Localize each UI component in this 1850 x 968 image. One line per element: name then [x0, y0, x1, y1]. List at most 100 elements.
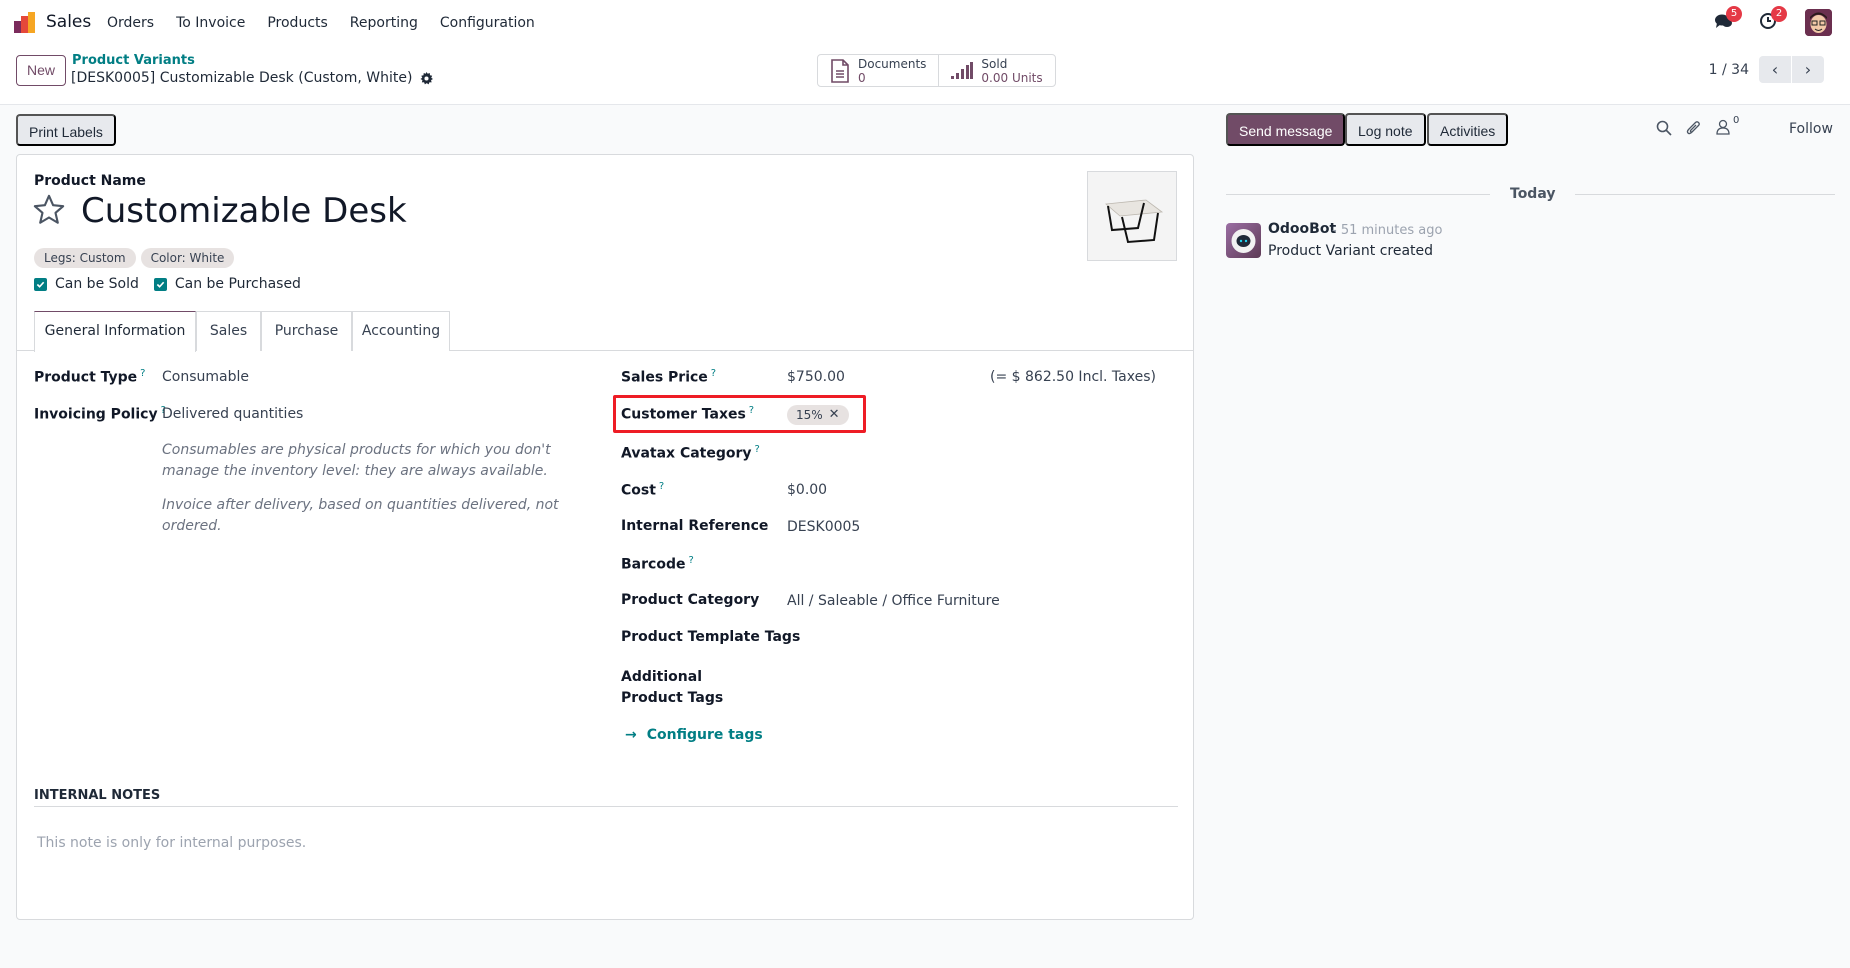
customer-tax-value: 15% — [796, 408, 823, 422]
product-template-tags-label: Product Template Tags — [621, 629, 801, 645]
can-be-sold-checkbox[interactable]: Can be Sold — [34, 276, 139, 292]
gear-icon[interactable] — [420, 71, 434, 85]
menu-reporting[interactable]: Reporting — [350, 15, 418, 31]
can-be-sold-label: Can be Sold — [55, 276, 139, 292]
internal-notes-title: INTERNAL NOTES — [34, 788, 161, 803]
configure-tags-link[interactable]: → Configure tags — [625, 727, 763, 743]
user-avatar-icon — [1805, 9, 1832, 36]
search-icon[interactable] — [1656, 120, 1672, 136]
cost-label: Cost? — [621, 481, 665, 499]
internal-notes-field[interactable]: This note is only for internal purposes. — [37, 835, 306, 851]
document-icon — [831, 58, 849, 83]
checkbox-checked-icon[interactable] — [34, 277, 47, 291]
pager-previous-button[interactable]: ‹ — [1759, 56, 1791, 83]
breadcrumb-current: [DESK0005] Customizable Desk (Custom, Wh… — [71, 70, 434, 86]
log-note-button[interactable]: Log note — [1345, 113, 1426, 146]
app-name[interactable]: Sales — [46, 12, 91, 32]
sold-label: Sold — [981, 56, 1008, 71]
pager-next-button[interactable]: › — [1792, 56, 1824, 83]
notebook-tabs: General Information Sales Purchase Accou… — [17, 311, 1193, 352]
sold-value: 0.00 Units — [981, 70, 1043, 85]
activity-menu[interactable]: 2 — [1759, 6, 1787, 36]
avatax-category-label: Avatax Category? — [621, 444, 760, 462]
chevron-right-icon: › — [1804, 60, 1812, 79]
bar-chart-icon — [951, 61, 974, 79]
send-message-button[interactable]: Send message — [1226, 113, 1346, 146]
cost-field[interactable]: $0.00 — [787, 482, 827, 498]
product-type-label: Product Type? — [34, 368, 146, 386]
product-type-field[interactable]: Consumable — [162, 369, 249, 385]
product-name-field[interactable]: Customizable Desk — [81, 191, 407, 231]
new-button[interactable]: New — [16, 55, 67, 86]
configure-tags-label: Configure tags — [646, 727, 763, 743]
follow-button[interactable]: Follow — [1789, 121, 1833, 137]
followers-button[interactable]: 0 — [1716, 115, 1739, 135]
sales-price-label: Sales Price? — [621, 368, 717, 386]
top-navbar: Sales Orders To Invoice Products Reporti… — [0, 0, 1850, 46]
help-tooltip-icon[interactable]: ? — [711, 368, 716, 379]
tab-accounting[interactable]: Accounting — [352, 311, 450, 351]
activities-badge: 2 — [1771, 6, 1787, 22]
sales-app-logo-icon[interactable] — [14, 12, 36, 34]
followers-count: 0 — [1733, 115, 1740, 126]
product-name-label: Product Name — [34, 173, 146, 189]
remove-tag-x-icon[interactable]: ✕ — [829, 405, 840, 425]
barcode-label: Barcode? — [621, 555, 694, 573]
control-panel: New Product Variants [DESK0005] Customiz… — [0, 46, 1850, 105]
breadcrumb-parent-link[interactable]: Product Variants — [72, 53, 195, 68]
can-be-purchased-checkbox[interactable]: Can be Purchased — [153, 276, 301, 292]
user-icon — [1716, 119, 1730, 135]
pager: 1 / 34 ‹ › — [1709, 56, 1824, 83]
activities-button[interactable]: Activities — [1427, 113, 1509, 146]
sold-smart-button[interactable]: Sold 0.00 Units — [938, 55, 1054, 86]
customer-tax-tag: 15% ✕ — [787, 405, 849, 425]
pager-value[interactable]: 1 / 34 — [1709, 62, 1749, 78]
paperclip-icon[interactable] — [1686, 120, 1702, 137]
sales-price-field[interactable]: $750.00 — [787, 369, 845, 385]
help-tooltip-icon[interactable]: ? — [659, 481, 664, 492]
help-tooltip-icon[interactable]: ? — [755, 444, 760, 455]
documents-smart-button[interactable]: Documents 0 — [818, 55, 938, 86]
date-divider-line — [1226, 194, 1490, 195]
menu-products[interactable]: Products — [267, 15, 327, 31]
help-tooltip-icon[interactable]: ? — [140, 368, 145, 379]
product-category-field[interactable]: All / Saleable / Office Furniture — [787, 593, 1000, 609]
chevron-left-icon: ‹ — [1771, 60, 1779, 79]
additional-product-tags-label: Additional Product Tags — [621, 669, 724, 706]
form-sheet: Product Name Customizable Desk Legs: Cus… — [16, 154, 1194, 920]
help-tooltip-icon[interactable]: ? — [749, 405, 754, 416]
messaging-menu[interactable]: 5 — [1714, 6, 1742, 36]
desk-image-icon — [1088, 172, 1176, 260]
documents-label: Documents — [858, 56, 927, 71]
attribute-tag: Legs: Custom — [34, 248, 136, 268]
checkbox-checked-icon[interactable] — [153, 277, 167, 291]
menu-to-invoice[interactable]: To Invoice — [176, 15, 245, 31]
attribute-tag: Color: White — [140, 248, 235, 268]
message-author[interactable]: OdooBot — [1268, 221, 1336, 237]
menu-configuration[interactable]: Configuration — [440, 15, 535, 31]
arrow-right-icon: → — [625, 727, 637, 743]
tab-purchase[interactable]: Purchase — [261, 311, 352, 351]
attribute-tags: Legs: Custom Color: White — [34, 248, 235, 268]
customer-taxes-label: Customer Taxes? — [621, 405, 755, 423]
message-body: Product Variant created — [1268, 243, 1434, 259]
invoicing-policy-field[interactable]: Delivered quantities — [162, 406, 303, 422]
tab-sales[interactable]: Sales — [196, 311, 261, 351]
documents-value: 0 — [858, 70, 866, 85]
can-be-purchased-label: Can be Purchased — [174, 276, 301, 292]
user-avatar[interactable] — [1805, 9, 1832, 36]
print-labels-button[interactable]: Print Labels — [16, 114, 116, 146]
odoobot-avatar[interactable] — [1226, 223, 1261, 258]
message-timestamp: - 51 minutes ago — [1332, 223, 1443, 238]
star-favorite-icon[interactable] — [32, 193, 66, 227]
date-divider-line — [1575, 194, 1835, 195]
internal-reference-field[interactable]: DESK0005 — [787, 519, 860, 535]
tab-general-information[interactable]: General Information — [34, 311, 196, 352]
menu-orders[interactable]: Orders — [107, 15, 154, 31]
main-menu: Orders To Invoice Products Reporting Con… — [107, 15, 557, 31]
consumable-help-text: Consumables are physical products for wh… — [162, 442, 551, 479]
product-image[interactable] — [1087, 171, 1177, 261]
help-tooltip-icon[interactable]: ? — [688, 555, 693, 566]
invoicing-policy-label: Invoicing Policy? — [34, 405, 166, 423]
internal-reference-label: Internal Reference — [621, 518, 769, 534]
